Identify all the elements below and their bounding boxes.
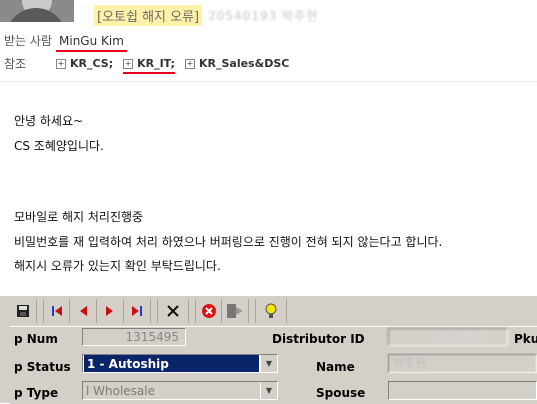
recipient-link[interactable]: MinGu Kim xyxy=(56,33,127,52)
cc-group-kr-cs[interactable]: + KR_CS; xyxy=(56,57,113,70)
distributor-id-field[interactable]: 20540193 xyxy=(388,328,508,346)
previous-record-icon[interactable] xyxy=(70,299,97,323)
status-selected-value: 1 - Autoship xyxy=(84,355,259,372)
expand-plus-icon[interactable]: + xyxy=(123,58,134,69)
email-subject: [오토쉽 해지 오류] 20540193 박주현 xyxy=(94,4,318,26)
save-icon[interactable] xyxy=(10,299,37,323)
chevron-down-icon[interactable]: ▼ xyxy=(260,382,277,399)
header-divider xyxy=(0,81,537,82)
help-icon[interactable] xyxy=(255,299,287,323)
spouse-field[interactable] xyxy=(388,381,537,400)
status-label: p Status xyxy=(14,360,71,374)
type-selected-value: l Wholesale xyxy=(86,383,155,398)
pku-label: Pku xyxy=(514,332,537,346)
exit-icon[interactable] xyxy=(222,299,249,323)
name-field[interactable]: 박주현 xyxy=(388,354,537,373)
intro: CS 조혜양입니다. xyxy=(14,139,104,153)
name-label: Name xyxy=(316,360,355,374)
app-toolbar xyxy=(10,298,287,324)
delete-icon[interactable] xyxy=(157,299,189,323)
recipient-name: MinGu Kim xyxy=(59,33,124,48)
body-line-1: 모바일로 해지 처리진행중 xyxy=(14,210,144,224)
next-record-icon[interactable] xyxy=(97,299,124,323)
status-select[interactable]: 1 - Autoship ▼ xyxy=(82,354,278,373)
body-line-3: 해지시 오류가 있는지 확인 부탁드립니다. xyxy=(14,259,221,273)
cc-group-kr-sales[interactable]: + KR_Sales&DSC xyxy=(184,57,289,70)
type-label: p Type xyxy=(14,386,59,400)
expand-plus-icon[interactable]: + xyxy=(184,58,195,69)
cancel-icon[interactable] xyxy=(195,299,222,323)
chevron-down-icon[interactable]: ▼ xyxy=(260,355,277,372)
greeting: 안녕 하세요~ xyxy=(14,114,84,128)
first-record-icon[interactable] xyxy=(43,299,70,323)
cc-group-kr-it[interactable]: + KR_IT; xyxy=(123,57,175,74)
type-select[interactable]: l Wholesale ▼ xyxy=(82,381,278,400)
last-record-icon[interactable] xyxy=(124,299,151,323)
distributor-id-label: Distributor ID xyxy=(272,332,365,346)
spouse-label: Spouse xyxy=(316,386,366,400)
subject-suffix-redacted: 20540193 박주현 xyxy=(208,8,319,23)
num-label: p Num xyxy=(14,332,58,346)
to-row: 받는 사람 MinGu Kim xyxy=(4,32,127,52)
body-line-2: 비밀번호를 재 입력하여 처리 하였으나 버퍼링으로 진행이 전혀 되지 않는다… xyxy=(14,235,443,249)
to-label: 받는 사람 xyxy=(4,34,52,48)
cc-row: 참조 + KR_CS; + KR_IT; + KR_Sales&DSC xyxy=(4,55,299,74)
cc-label: 참조 xyxy=(4,57,27,71)
expand-plus-icon[interactable]: + xyxy=(56,58,66,69)
sender-avatar xyxy=(0,0,74,22)
num-field[interactable]: 1315495 xyxy=(82,328,186,346)
subject-tag: [오토쉽 해지 오류] xyxy=(94,4,203,26)
